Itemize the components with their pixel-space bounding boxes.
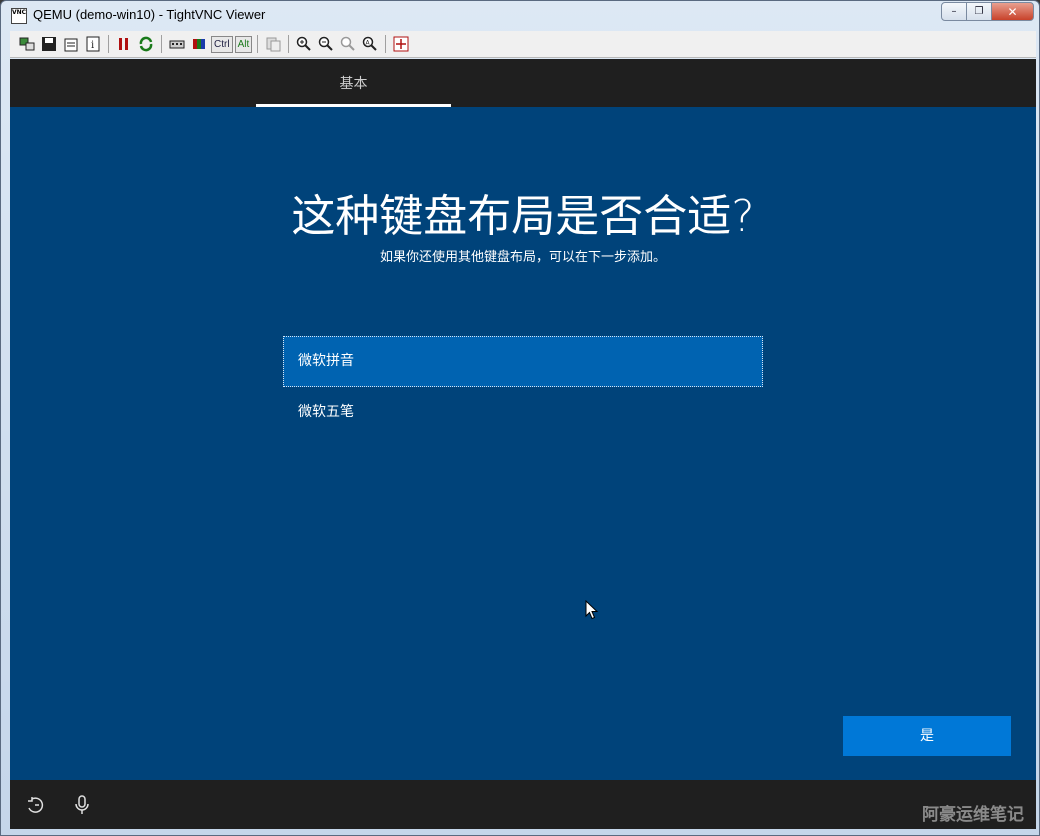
- window-title: QEMU (demo-win10) - TightVNC Viewer: [33, 7, 266, 22]
- new-connection-icon[interactable]: [17, 34, 37, 54]
- alt-key-toggle[interactable]: Alt: [234, 35, 253, 53]
- oobe-top-bar: 基本: [10, 59, 1036, 107]
- title-bar[interactable]: VNC QEMU (demo-win10) - TightVNC Viewer …: [1, 1, 1039, 31]
- close-button[interactable]: ✕: [991, 2, 1034, 21]
- ctrl-alt-del-icon[interactable]: [189, 34, 209, 54]
- svg-text:i: i: [91, 40, 94, 51]
- pause-icon[interactable]: [114, 34, 134, 54]
- microphone-icon[interactable]: [71, 794, 93, 816]
- watermark-text: 阿豪运维笔记: [922, 805, 1024, 825]
- zoom-100-icon[interactable]: [338, 34, 358, 54]
- tab-basics: 基本: [339, 76, 368, 92]
- toolbar-separator: [385, 35, 387, 53]
- toolbar-separator: [288, 35, 290, 53]
- page-subtitle: 如果你还使用其他键盘布局，可以在下一步添加。: [379, 250, 666, 265]
- zoom-out-icon[interactable]: [316, 34, 336, 54]
- vnc-viewer-window: VNC QEMU (demo-win10) - TightVNC Viewer …: [0, 0, 1040, 836]
- oobe-bottom-bar: 阿豪运维笔记: [10, 780, 1036, 829]
- vnc-toolbar: i Ctrl Alt A: [10, 31, 1036, 58]
- fullscreen-icon[interactable]: [391, 34, 411, 54]
- save-icon[interactable]: [39, 34, 59, 54]
- toolbar-separator: [257, 35, 259, 53]
- window-controls: – ❐ ✕: [941, 2, 1034, 21]
- list-item-microsoft-wubi[interactable]: 微软五笔: [283, 387, 763, 438]
- yes-button[interactable]: 是: [843, 716, 1011, 756]
- ctrl-key-toggle[interactable]: Ctrl: [211, 35, 233, 53]
- toolbar-separator: [161, 35, 162, 53]
- list-item-microsoft-pinyin[interactable]: 微软拼音: [283, 336, 763, 387]
- clipboard-icon[interactable]: [263, 34, 283, 54]
- restore-button[interactable]: ❐: [966, 2, 992, 21]
- zoom-in-icon[interactable]: [294, 34, 314, 54]
- page-title: 这种键盘布局是否合适?: [291, 191, 755, 242]
- vnc-app-icon: VNC: [11, 8, 27, 24]
- info-icon[interactable]: i: [83, 34, 103, 54]
- send-keys-icon[interactable]: [167, 34, 187, 54]
- ease-of-access-icon[interactable]: [24, 794, 46, 816]
- minimize-button[interactable]: –: [941, 2, 967, 21]
- zoom-auto-icon[interactable]: A: [360, 34, 380, 54]
- keyboard-layout-list: 微软拼音 微软五笔: [283, 336, 763, 438]
- active-tab-indicator: [256, 104, 451, 107]
- refresh-icon[interactable]: [136, 34, 156, 54]
- options-icon[interactable]: [61, 34, 81, 54]
- remote-screen[interactable]: 基本 这种键盘布局是否合适? 如果你还使用其他键盘布局，可以在下一步添加。 微软…: [10, 59, 1036, 829]
- mouse-cursor-icon: [585, 600, 599, 620]
- toolbar-separator: [108, 35, 109, 53]
